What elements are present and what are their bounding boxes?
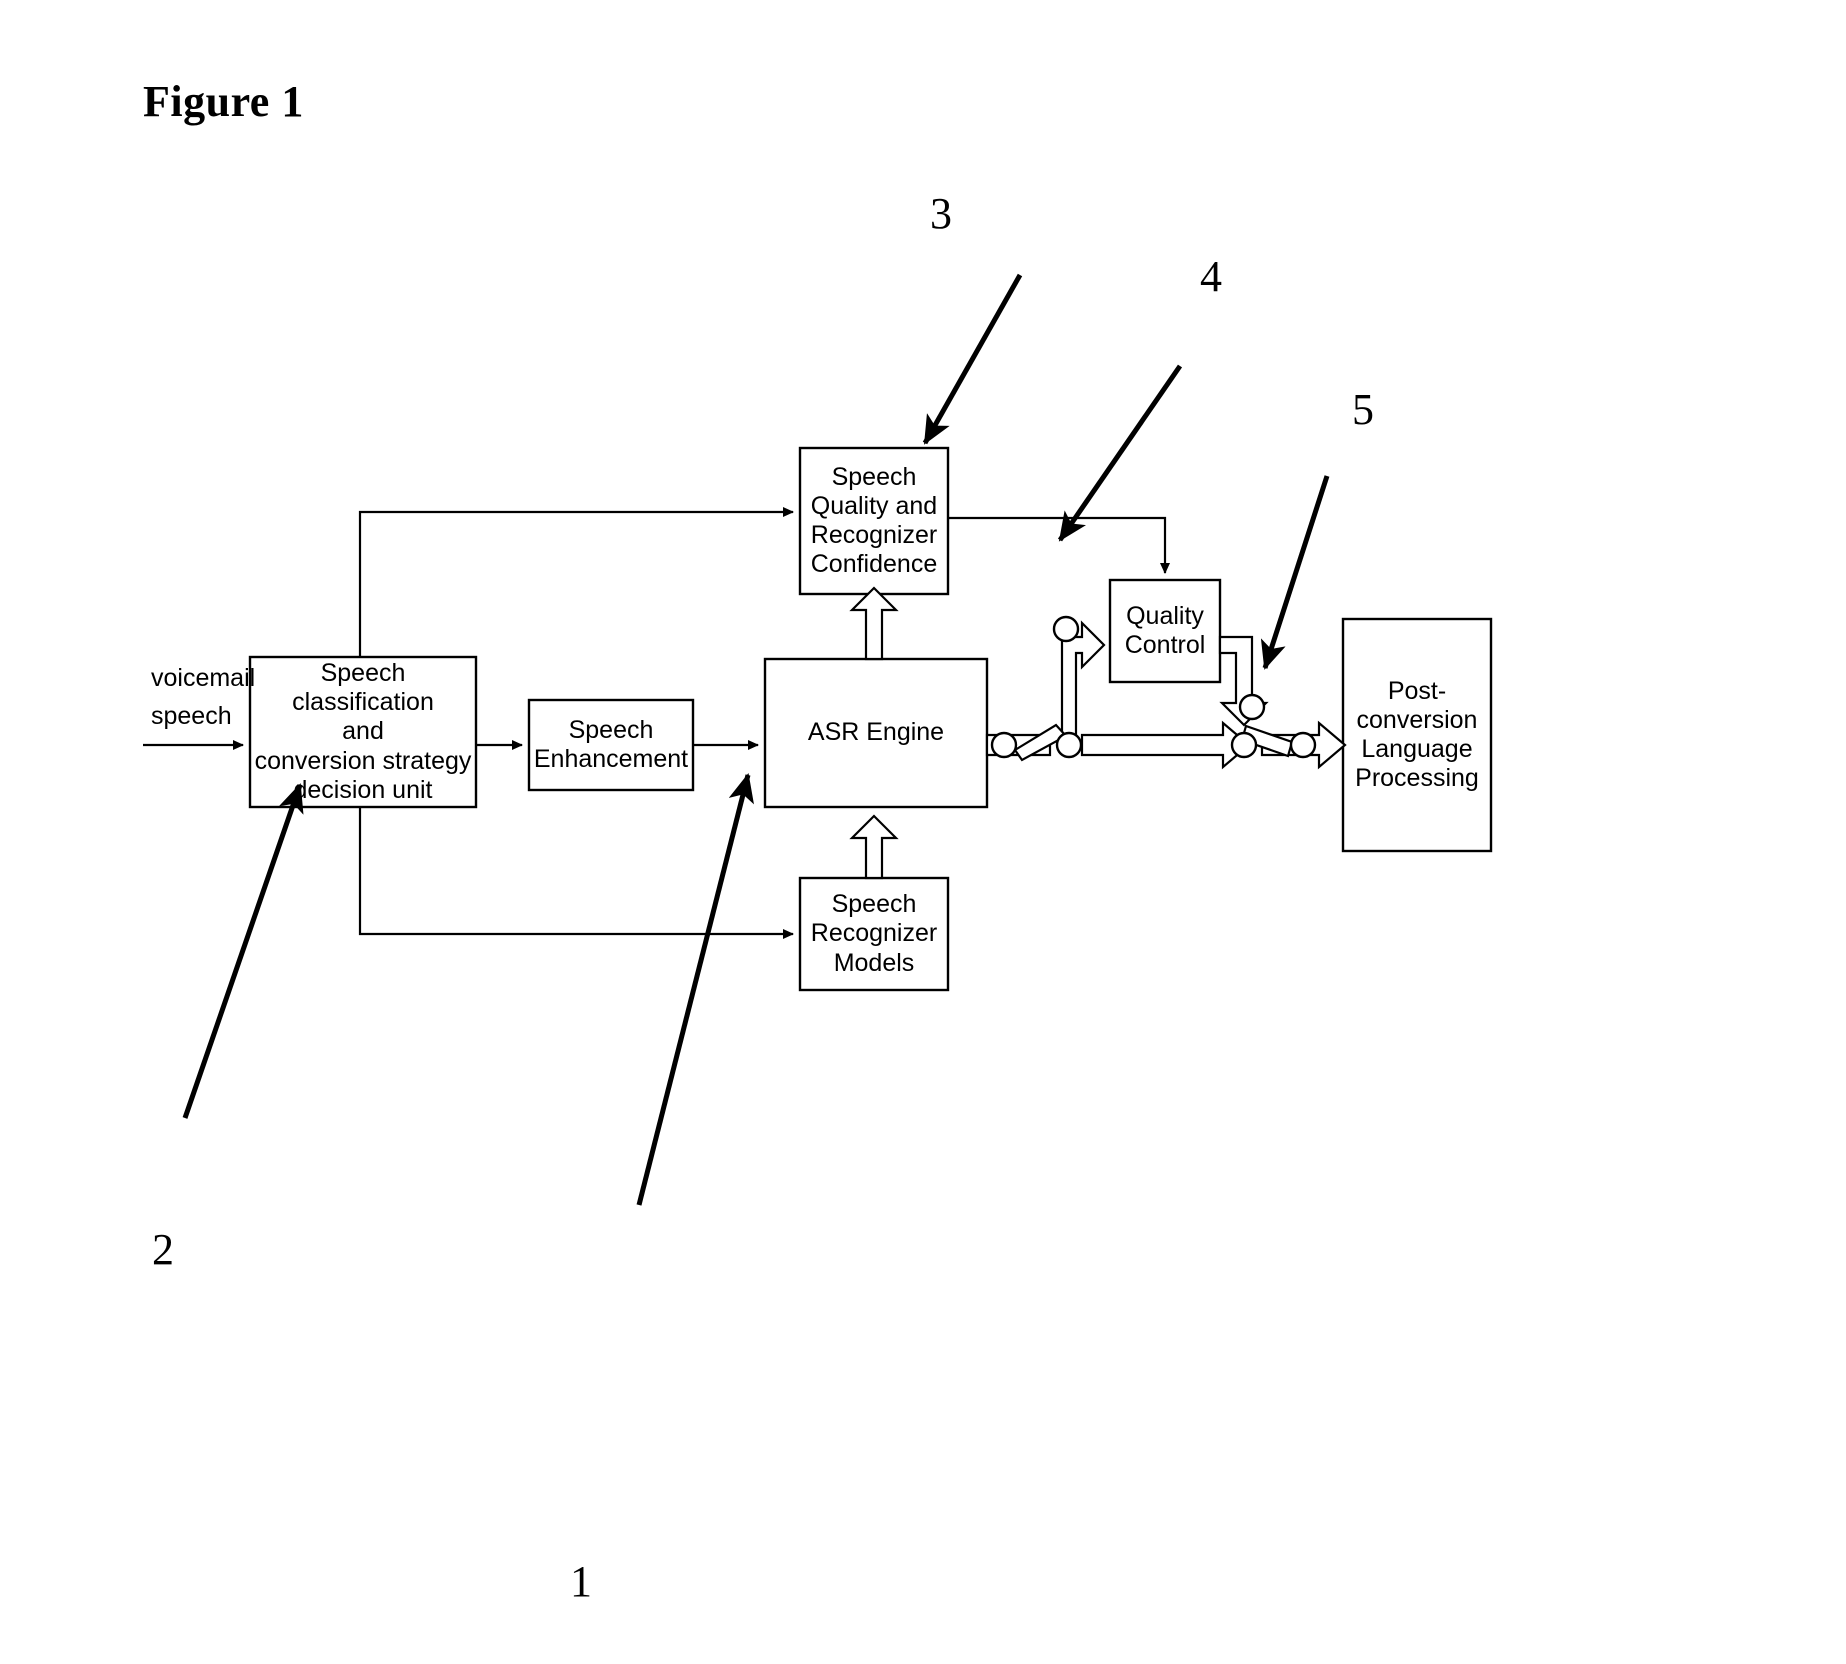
reference-numeral-2: 2 [152,1225,174,1274]
reference-numeral-4: 4 [1200,252,1222,301]
switch-node-a [990,731,1018,759]
switch-node-e [1238,693,1266,721]
quality-control-label: Quality Control [1124,601,1206,659]
connector-quality-to-qualitycontrol [948,516,1170,574]
speech-classification-label: Speech classification and conversion str… [254,658,472,804]
speech-recognizer-models-label: Speech Recognizer Models [810,890,938,977]
asr-engine-label: ASR Engine [807,718,945,747]
reference-numeral-3: 3 [930,189,952,238]
leader-line-4 [1057,364,1183,542]
hollow-arrow-asr-to-quality [849,586,899,661]
hollow-arrow-models-to-asr [849,814,899,880]
figure-root: Figure 1 voicemail speech Speech classif… [0,0,1846,1664]
reference-numeral-5: 5 [1352,385,1374,434]
switch-node-f [1289,731,1317,759]
block-diagram-canvas [143,273,1493,1206]
leader-line-3 [922,273,1023,445]
connector-classification-bus-top [358,507,794,657]
switch-node-b [1055,731,1083,759]
figure-bottom-numeral: 1 [570,1557,592,1606]
connector-classification-bus-bottom [358,807,794,939]
leader-line-2 [182,783,304,1119]
switch-node-d [1230,731,1258,759]
post-conversion-label: Post- conversion Language Processing [1355,676,1479,793]
leader-line-5 [1260,475,1330,670]
leader-line-asr [636,773,754,1206]
input-label-voicemail-speech: voicemail speech [151,664,256,730]
speech-quality-label: Speech Quality and Recognizer Confidence [810,462,938,579]
switch-node-c [1052,615,1080,643]
speech-enhancement-label: Speech Enhancement [533,715,689,773]
hollow-bus-mid [1080,720,1251,770]
